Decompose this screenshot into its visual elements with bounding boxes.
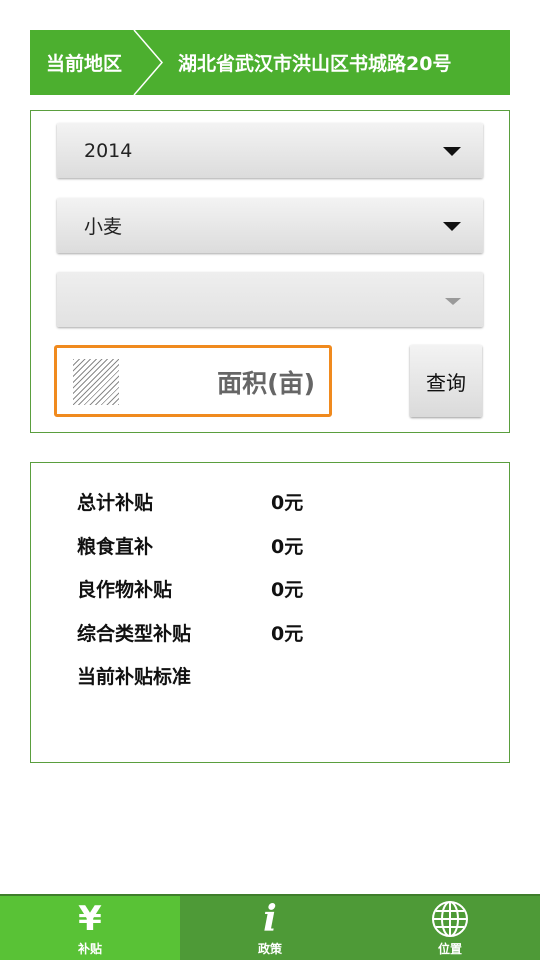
area-input[interactable]: 面积(亩) [54, 345, 332, 417]
result-row: 总计补贴 0元 [77, 486, 303, 516]
result-value: 0元 [271, 578, 304, 601]
yen-icon: ¥ [78, 898, 102, 939]
result-row: 粮食直补 0元 [77, 530, 303, 560]
tab-label: 位置 [437, 941, 462, 956]
dropdown-arrow-icon [443, 147, 461, 156]
tab-label: 政策 [257, 941, 282, 956]
info-icon: i [263, 897, 277, 940]
region-address: 湖北省武汉市洪山区书城路20号 [178, 53, 452, 75]
area-input-placeholder: 面积(亩) [217, 369, 315, 398]
tab-subsidy[interactable]: ¥ 补贴 [0, 896, 180, 960]
tab-location[interactable]: 位置 [360, 896, 540, 960]
globe-icon [430, 900, 470, 938]
crop-select-value: 小麦 [84, 216, 123, 238]
year-select-value: 2014 [84, 139, 133, 162]
result-label: 综合类型补贴 [77, 622, 192, 645]
result-label: 当前补贴标准 [77, 665, 192, 688]
query-button[interactable]: 查询 [410, 345, 482, 417]
result-row: 综合类型补贴 0元 [77, 617, 303, 647]
crop-select[interactable]: 小麦 [57, 198, 483, 253]
chevron-right-icon [133, 30, 163, 95]
tab-label: 补贴 [77, 941, 102, 956]
year-select[interactable]: 2014 [57, 123, 483, 178]
subtype-select[interactable] [57, 272, 483, 327]
result-label: 粮食直补 [77, 535, 154, 558]
hatch-pattern-icon [73, 359, 119, 405]
result-value: 0元 [271, 535, 304, 558]
result-label: 良作物补贴 [77, 578, 173, 601]
tab-policy[interactable]: i 政策 [180, 896, 360, 960]
dropdown-arrow-icon [443, 222, 461, 231]
result-panel: 总计补贴 0元 粮食直补 0元 良作物补贴 0元 综合类型补贴 0元 当前补贴标… [30, 462, 510, 763]
dropdown-arrow-icon [445, 298, 461, 305]
result-value: 0元 [271, 622, 304, 645]
region-bar: 当前地区 湖北省武汉市洪山区书城路20号 [30, 30, 510, 95]
result-value: 0元 [271, 491, 304, 514]
bottom-nav: ¥ 补贴 i 政策 位置 [0, 894, 540, 960]
result-row: 良作物补贴 0元 [77, 573, 303, 603]
result-label: 总计补贴 [77, 491, 154, 514]
query-form-panel: 2014 小麦 面积(亩) 查询 [30, 110, 510, 433]
result-row: 当前补贴标准 [77, 660, 271, 690]
